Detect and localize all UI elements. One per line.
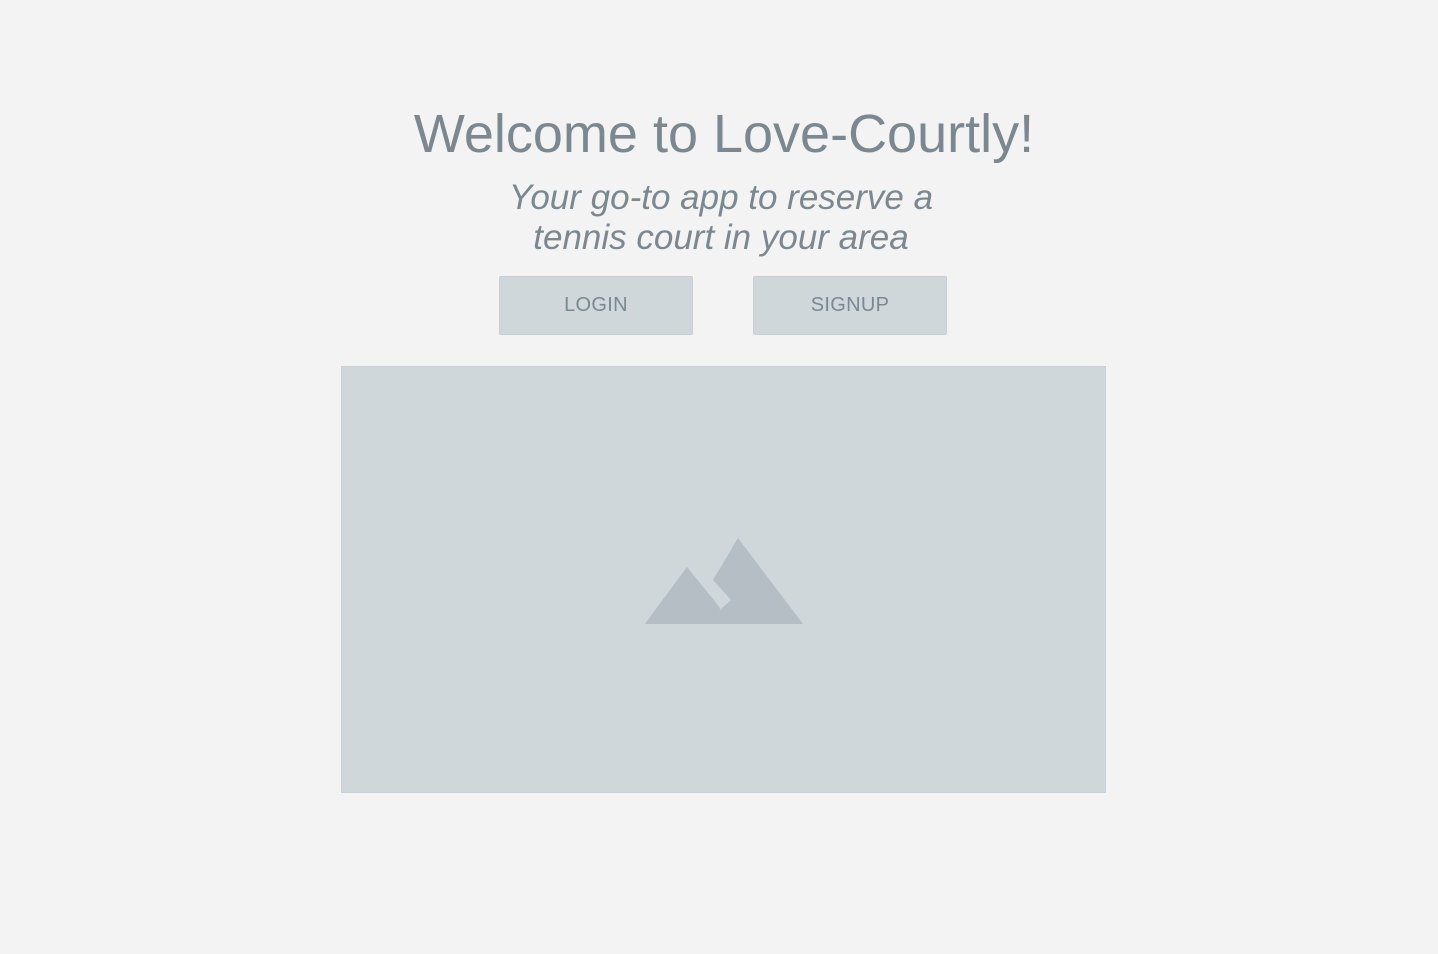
hero-image-placeholder [341,366,1106,793]
signup-button[interactable]: SIGNUP [753,276,947,335]
login-button[interactable]: LOGIN [499,276,693,335]
page-title: Welcome to Love-Courtly! [413,104,1035,164]
page-subtitle: Your go-to app to reserve a tennis court… [0,178,1438,258]
mountain-icon [645,538,803,624]
subtitle-line-1: Your go-to app to reserve a [508,178,934,217]
subtitle-line-2: tennis court in your area [533,218,909,257]
